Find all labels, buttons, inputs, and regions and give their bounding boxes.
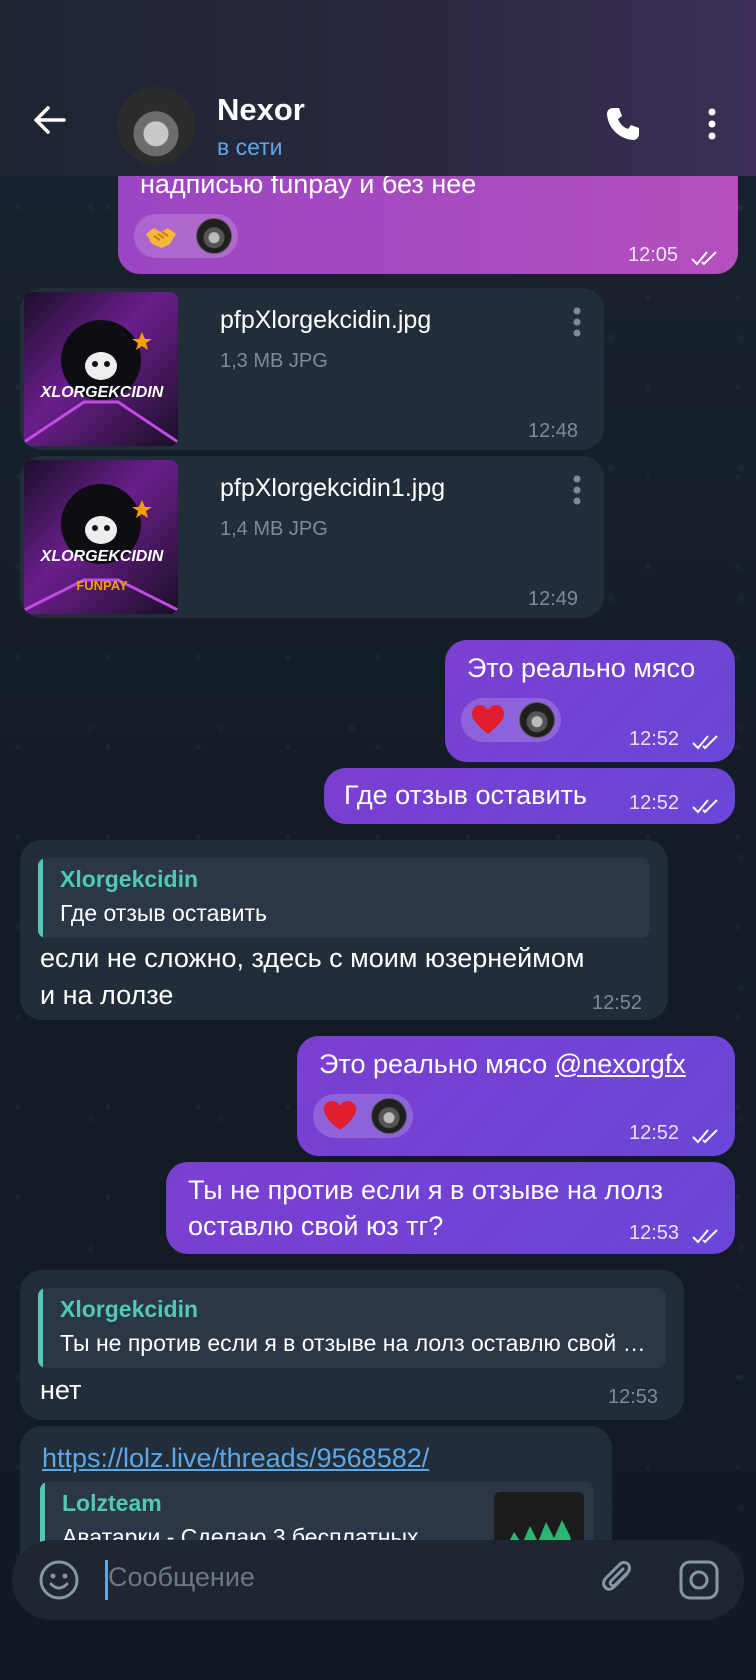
reply-quote[interactable]: Xlorgekcidin Ты не против если я в отзыв… — [38, 1288, 666, 1368]
file-size: 1,4 MB JPG — [220, 518, 328, 540]
message-text: Это реально мясо — [467, 653, 696, 683]
message-text: если не сложно, здесь с моим юзернеймом — [40, 943, 585, 973]
message-time: 12:49 — [528, 588, 579, 610]
thumbnail-label: XLORGEKCIDIN — [40, 548, 164, 565]
file-size: 1,3 MB JPG — [220, 350, 328, 372]
message-time: 12:52 — [592, 992, 643, 1014]
paperclip-icon[interactable] — [597, 1558, 639, 1600]
file-name[interactable]: pfpXlorgekcidin.jpg — [220, 306, 431, 335]
message-time: 12:52 — [629, 728, 680, 750]
more-vertical-icon[interactable] — [572, 474, 582, 506]
heart-emoji-icon — [472, 705, 504, 734]
contact-name[interactable]: Nexor — [217, 92, 305, 128]
more-vertical-icon[interactable] — [700, 104, 724, 144]
message-bubble-outgoing[interactable]: Это реально мясо 12:52 — [445, 640, 735, 762]
message-text: оставлю свой юз тг? — [188, 1211, 444, 1241]
message-time: 12:52 — [629, 1122, 680, 1144]
message-bubble-outgoing[interactable]: Это реально мясо @nexorgfx 12:52 — [297, 1036, 735, 1156]
thumbnail-label: XLORGEKCIDIN — [40, 384, 164, 401]
message-input[interactable]: Сообщение — [108, 1562, 255, 1593]
read-ticks-icon — [692, 799, 718, 814]
reply-text: Где отзыв оставить — [60, 900, 267, 926]
mention-link[interactable]: @nexorgfx — [555, 1049, 686, 1079]
message-time: 12:05 — [628, 244, 679, 266]
camera-icon[interactable] — [677, 1558, 721, 1602]
url-link[interactable]: https://lolz.live/threads/9568582/ — [42, 1440, 429, 1477]
message-time: 12:48 — [528, 420, 579, 442]
message-text: Где отзыв оставить — [344, 780, 587, 810]
message-time: 12:53 — [629, 1222, 680, 1244]
emoji-icon[interactable] — [38, 1559, 80, 1601]
message-bubble-file[interactable]: XLORGEKCIDIN FUNPAY pfpXlorgekcidin1.jpg… — [20, 456, 604, 618]
message-text: нет — [40, 1375, 82, 1405]
file-thumbnail[interactable]: XLORGEKCIDIN FUNPAY — [24, 460, 178, 614]
reply-text: Ты не против если я в отзыве на лолз ост… — [60, 1330, 650, 1356]
handshake-emoji-icon — [146, 228, 176, 248]
message-bubble-outgoing[interactable]: Ты не против если я в отзыве на лолз ост… — [166, 1162, 735, 1254]
message-text: Ты не против если я в отзыве на лолз — [188, 1175, 663, 1205]
message-text-body: Это реально мясо — [319, 1049, 555, 1079]
reaction-avatar — [196, 218, 232, 254]
message-list[interactable]: надписью funpay и без нее 12:05 XLORGEKC… — [0, 0, 756, 1680]
reaction-chip[interactable] — [461, 698, 561, 742]
reaction-chip[interactable] — [134, 214, 238, 258]
read-ticks-icon — [692, 1129, 718, 1144]
more-vertical-icon[interactable] — [572, 306, 582, 338]
file-name[interactable]: pfpXlorgekcidin1.jpg — [220, 474, 445, 503]
preview-site-name: Lolzteam — [62, 1490, 162, 1516]
back-arrow-icon[interactable] — [30, 100, 70, 140]
message-time: 12:53 — [608, 1386, 659, 1408]
message-bubble-incoming[interactable]: Xlorgekcidin Ты не против если я в отзыв… — [20, 1270, 684, 1420]
hooded-figure-image — [24, 320, 178, 444]
reaction-avatar — [371, 1098, 407, 1134]
contact-avatar[interactable] — [117, 87, 195, 165]
contact-status: в сети — [217, 134, 283, 160]
message-bubble-incoming[interactable]: Xlorgekcidin Где отзыв оставить если не … — [20, 840, 668, 1020]
reaction-chip[interactable] — [313, 1094, 413, 1138]
thumbnail-sublabel: FUNPAY — [76, 578, 128, 593]
message-composer: Сообщение — [12, 1540, 744, 1620]
message-text: Это реально мясо @nexorgfx — [319, 1046, 686, 1083]
file-thumbnail[interactable]: XLORGEKCIDIN — [24, 292, 178, 446]
chat-header: Nexor в сети — [0, 0, 756, 176]
read-ticks-icon — [692, 735, 718, 750]
message-bubble-file[interactable]: XLORGEKCIDIN pfpXlorgekcidin.jpg 1,3 MB … — [20, 288, 604, 450]
bottom-spacer — [0, 1630, 756, 1680]
reply-author: Xlorgekcidin — [60, 1296, 199, 1322]
read-ticks-icon — [692, 1229, 718, 1244]
phone-icon[interactable] — [603, 104, 643, 144]
message-text: и на лолзе — [40, 980, 174, 1010]
message-time: 12:52 — [629, 792, 680, 814]
reply-author: Xlorgekcidin — [60, 866, 199, 892]
read-ticks-icon — [691, 251, 717, 266]
message-bubble-outgoing[interactable]: Где отзыв оставить 12:52 — [324, 768, 735, 824]
reaction-avatar — [519, 702, 555, 738]
heart-emoji-icon — [324, 1101, 356, 1130]
reply-quote[interactable]: Xlorgekcidin Где отзыв оставить — [38, 858, 650, 938]
